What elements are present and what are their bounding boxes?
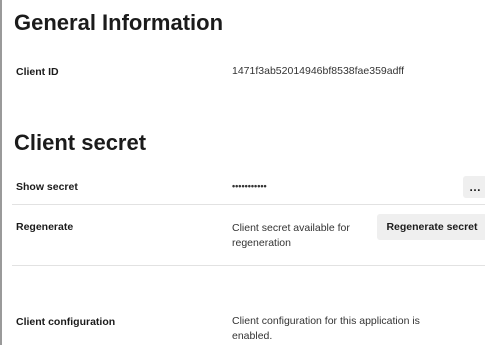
secret-masked-value: •••••••••••	[232, 181, 267, 191]
divider	[12, 265, 485, 266]
client-id-value: 1471f3ab52014946bf8538fae359adff	[232, 65, 405, 77]
divider	[12, 204, 485, 205]
client-id-label: Client ID	[16, 66, 59, 78]
regenerate-status-text: Client secret available for regeneration	[232, 222, 350, 249]
client-configuration-status-text: Client configuration for this applicatio…	[232, 315, 420, 342]
regenerate-label: Regenerate	[16, 221, 74, 233]
show-secret-label: Show secret	[16, 181, 78, 193]
client-secret-heading: Client secret	[14, 130, 147, 155]
client-details-panel: General Information Client ID 1471f3ab52…	[0, 0, 485, 345]
client-configuration-label: Client configuration	[16, 316, 116, 328]
general-information-heading: General Information	[14, 10, 224, 35]
regenerate-secret-button[interactable]: Regenerate secret	[377, 214, 485, 240]
more-options-button[interactable]: …	[463, 176, 485, 198]
more-horizontal-icon: …	[469, 180, 481, 194]
